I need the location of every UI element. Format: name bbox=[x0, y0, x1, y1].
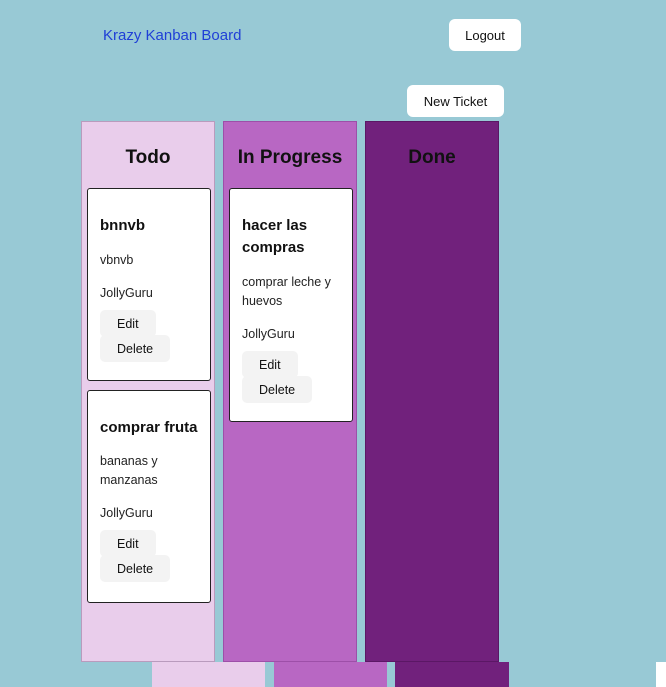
ticket-description: bananas y manzanas bbox=[100, 454, 158, 487]
ticket-assignee: JollyGuru bbox=[100, 286, 153, 300]
page-edge-stub bbox=[656, 662, 666, 687]
column-stub-in-progress bbox=[274, 662, 387, 687]
edit-button[interactable]: Edit bbox=[242, 351, 298, 378]
column-title: Todo bbox=[125, 147, 171, 168]
brand-link[interactable]: Krazy Kanban Board bbox=[103, 27, 241, 44]
column-stub-done bbox=[395, 662, 509, 687]
delete-button[interactable]: Delete bbox=[100, 335, 171, 362]
column-title: In Progress bbox=[237, 147, 343, 168]
ticket-description: comprar leche y huevos bbox=[242, 275, 331, 308]
column-title: Done bbox=[408, 147, 456, 168]
ticket-title: comprar fruta bbox=[100, 419, 198, 436]
ticket-description: vbnvb bbox=[100, 253, 134, 267]
ticket-card: bnnvb vbnvb JollyGuru Edit Delete bbox=[87, 188, 211, 381]
column-in-progress: In Progress hacer las compras comprar le… bbox=[223, 121, 357, 662]
ticket-title: bnnvb bbox=[100, 217, 145, 234]
ticket-assignee: JollyGuru bbox=[100, 506, 153, 520]
column-todo: Todo bnnvb vbnvb JollyGuru Edit Delete c… bbox=[81, 121, 215, 662]
ticket-card: hacer las compras comprar leche y huevos… bbox=[229, 188, 353, 422]
edit-button[interactable]: Edit bbox=[100, 310, 156, 337]
column-stub-todo bbox=[152, 662, 265, 687]
new-ticket-button[interactable]: New Ticket bbox=[407, 85, 504, 117]
delete-button[interactable]: Delete bbox=[100, 555, 171, 582]
delete-button[interactable]: Delete bbox=[242, 376, 313, 403]
ticket-card: comprar fruta bananas y manzanas JollyGu… bbox=[87, 390, 211, 603]
edit-button[interactable]: Edit bbox=[100, 530, 156, 557]
ticket-assignee: JollyGuru bbox=[242, 327, 295, 341]
logout-button[interactable]: Logout bbox=[449, 19, 521, 51]
ticket-title: hacer las compras bbox=[242, 217, 308, 256]
column-done: Done bbox=[365, 121, 499, 662]
